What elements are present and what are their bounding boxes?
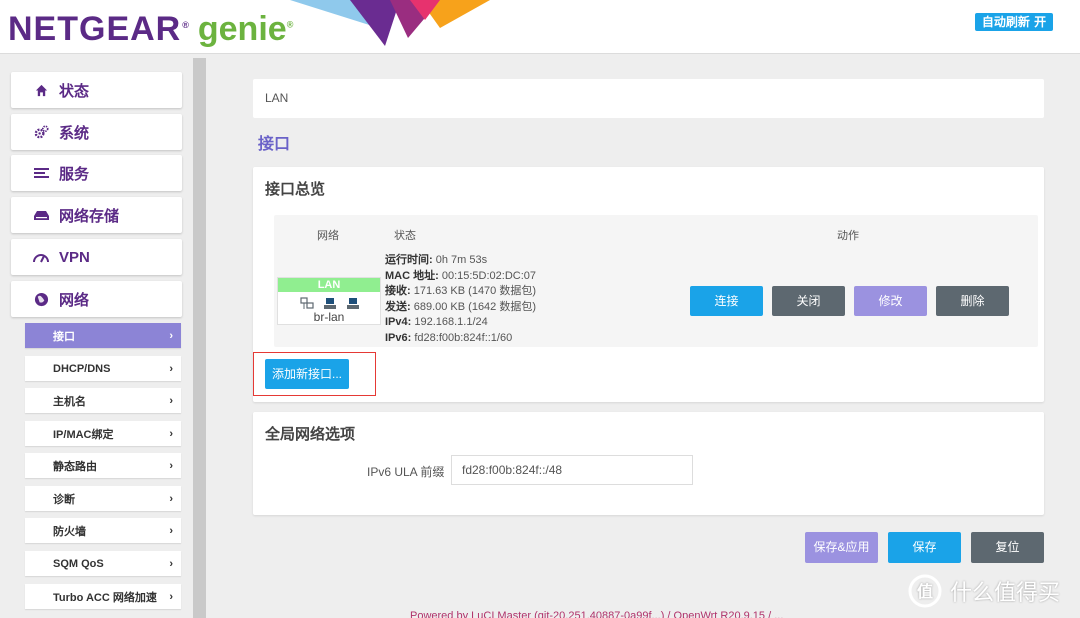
home-icon: [33, 82, 49, 98]
menu-item-vpn[interactable]: VPN: [11, 239, 182, 275]
ethernet-port-icon: [323, 295, 337, 309]
save-apply-button[interactable]: 保存&应用: [805, 532, 878, 563]
submenu-label: IP/MAC绑定: [53, 428, 114, 441]
chevron-right-icon: ›: [169, 590, 173, 603]
lan-port-icons: [300, 295, 360, 309]
globe-icon: [33, 291, 49, 307]
header: NETGEAR® genie® 自动刷新 开: [0, 0, 1080, 54]
menu-label-vpn: VPN: [59, 248, 90, 266]
gears-icon: [33, 124, 49, 140]
chevron-right-icon: ›: [169, 459, 173, 472]
chevron-right-icon: ›: [169, 492, 173, 505]
status-tx: 发送: 689.00 KB (1642 数据包): [385, 300, 537, 313]
interface-table: 网络 状态 动作 LAN br-lan 运行时间: 0h 7m 53s MAC …: [274, 215, 1038, 347]
page-title: 接口: [258, 136, 291, 153]
edit-button[interactable]: 修改: [854, 286, 927, 316]
smzdm-logo-icon: 值: [908, 574, 942, 608]
menu-label-status: 状态: [59, 82, 90, 100]
submenu-item-diagnostics[interactable]: 诊断 ›: [25, 486, 181, 511]
chevron-right-icon: ›: [169, 427, 173, 440]
add-interface-button[interactable]: 添加新接口...: [265, 359, 349, 389]
submenu-label: 静态路由: [53, 460, 97, 473]
menu-label-network: 网络: [59, 291, 90, 309]
submenu-item-hostnames[interactable]: 主机名 ›: [25, 388, 181, 413]
menu-item-network[interactable]: 网络: [11, 281, 182, 317]
menu-item-system[interactable]: 系统: [11, 114, 182, 150]
submenu-item-interfaces[interactable]: 接口 ›: [25, 323, 181, 348]
watermark-text: 什么值得买: [950, 580, 1061, 605]
submenu-item-static-routes[interactable]: 静态路由 ›: [25, 453, 181, 478]
stop-button[interactable]: 关闭: [772, 286, 845, 316]
chevron-right-icon: ›: [169, 394, 173, 407]
sidebar-scrollbar[interactable]: [193, 58, 206, 618]
chevron-right-icon: ›: [169, 362, 173, 375]
chevron-right-icon: ›: [169, 329, 173, 342]
menu-label-system: 系统: [59, 124, 90, 142]
submenu-item-dhcp-dns[interactable]: DHCP/DNS ›: [25, 356, 181, 381]
brand-name: NETGEAR: [8, 10, 182, 48]
menu-item-status[interactable]: 状态: [11, 72, 182, 108]
lan-network-card: LAN br-lan: [277, 277, 381, 325]
submenu-label: 防火墙: [53, 525, 86, 538]
ethernet-port-icon: [346, 295, 360, 309]
ipv6-ula-prefix-label: IPv6 ULA 前缀: [367, 465, 445, 479]
submenu-item-ip-mac[interactable]: IP/MAC绑定 ›: [25, 421, 181, 446]
submenu-label: DHCP/DNS: [53, 362, 111, 375]
lan-status-details: 运行时间: 0h 7m 53s MAC 地址: 00:15:5D:02:DC:0…: [385, 253, 536, 347]
breadcrumb: LAN: [253, 79, 1044, 118]
save-button[interactable]: 保存: [888, 532, 961, 563]
status-uptime: 运行时间: 0h 7m 53s: [385, 254, 488, 266]
drive-icon: [33, 207, 49, 223]
delete-button[interactable]: 删除: [936, 286, 1009, 316]
submenu-label: SQM QoS: [53, 557, 104, 570]
submenu-item-sqm-qos[interactable]: SQM QoS ›: [25, 551, 181, 576]
list-icon: [33, 165, 49, 181]
column-header-actions: 动作: [837, 230, 859, 242]
footer-powered-by: Powered by LuCI Master (git-20.251.40887…: [410, 610, 784, 618]
auto-refresh-toggle[interactable]: 自动刷新 开: [975, 13, 1053, 31]
connect-button[interactable]: 连接: [690, 286, 763, 316]
lan-badge: LAN: [278, 278, 380, 292]
menu-label-services: 服务: [59, 165, 90, 183]
menu-item-nas[interactable]: 网络存储: [11, 197, 182, 233]
global-options-title: 全局网络选项: [265, 426, 356, 443]
reset-button[interactable]: 复位: [971, 532, 1044, 563]
submenu-label: Turbo ACC 网络加速: [53, 591, 157, 604]
submenu-item-firewall[interactable]: 防火墙 ›: [25, 518, 181, 543]
submenu-label: 接口: [53, 330, 75, 343]
submenu-label: 主机名: [53, 395, 86, 408]
ethernet-port-icon: [300, 295, 314, 309]
status-rx: 接收: 171.63 KB (1470 数据包): [385, 285, 537, 298]
menu-label-nas: 网络存储: [59, 207, 120, 225]
column-header-network: 网络: [317, 230, 339, 242]
netgear-genie-logo: NETGEAR® genie®: [8, 10, 295, 48]
interface-overview-title: 接口总览: [265, 181, 326, 198]
column-header-status: 状态: [394, 230, 416, 242]
svg-text:值: 值: [917, 582, 933, 601]
status-mac: MAC 地址: 00:15:5D:02:DC:07: [385, 269, 537, 282]
product-name: genie: [197, 10, 287, 48]
chevron-right-icon: ›: [169, 524, 173, 537]
submenu-label: 诊断: [53, 493, 75, 506]
status-ipv6: IPv6: fd28:f00b:824f::1/60: [385, 331, 513, 344]
ipv6-ula-prefix-input[interactable]: fd28:f00b:824f::/48: [451, 455, 693, 485]
menu-item-services[interactable]: 服务: [11, 155, 182, 191]
lan-device-name: br-lan: [313, 310, 345, 324]
header-decoration: [290, 0, 490, 46]
status-ipv4: IPv4: 192.168.1.1/24: [385, 316, 488, 329]
chevron-right-icon: ›: [169, 557, 173, 570]
submenu-item-turbo-acc[interactable]: Turbo ACC 网络加速 ›: [25, 584, 181, 609]
gauge-icon: [33, 249, 49, 265]
watermark: 值 什么值得买: [908, 574, 1060, 608]
